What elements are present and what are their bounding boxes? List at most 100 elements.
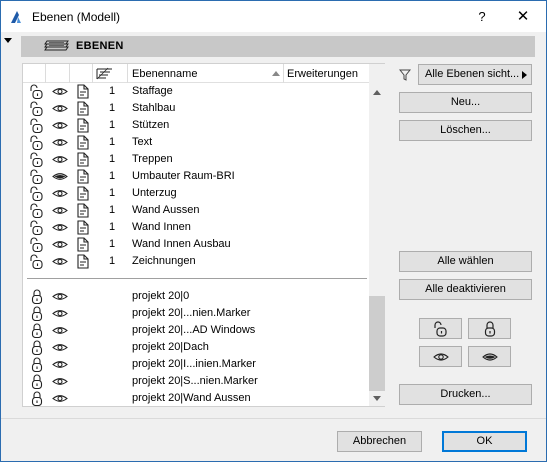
xref-layer-row[interactable]: projekt 20|Wand Aussen [23,390,369,407]
eye-icon[interactable] [52,86,68,97]
delete-button[interactable]: Löschen... [399,120,532,141]
layer-filter-dropdown[interactable]: Alle Ebenen sicht... [418,64,532,85]
print-button[interactable]: Drucken... [399,384,532,405]
eye-icon[interactable] [52,154,68,165]
unlock-icon[interactable] [29,101,45,116]
eye-icon[interactable] [52,342,68,353]
layer-intersection-number[interactable]: 1 [109,187,115,199]
layer-intersection-number[interactable]: 1 [109,170,115,182]
unlock-icon[interactable] [29,118,45,133]
unlock-icon[interactable] [29,186,45,201]
xref-layer-row[interactable]: projekt 20|Dach [23,339,369,356]
new-button[interactable]: Neu... [399,92,532,113]
column-divider[interactable] [283,64,284,83]
layer-document-icon[interactable] [76,118,90,133]
scroll-up-icon[interactable] [373,90,381,95]
xref-layer-row[interactable]: projekt 20|...AD Windows [23,322,369,339]
column-divider[interactable] [92,64,93,83]
layer-intersection-number[interactable]: 1 [109,238,115,250]
layer-row[interactable]: 1 Wand Innen Ausbau [23,236,369,253]
unlock-icon[interactable] [29,237,45,252]
eye-icon[interactable] [52,376,68,387]
eye-icon[interactable] [52,103,68,114]
vertical-scrollbar[interactable] [369,64,385,406]
layer-document-icon[interactable] [76,220,90,235]
layer-row[interactable]: 1 Wand Aussen [23,202,369,219]
layer-document-icon[interactable] [76,84,90,99]
layer-document-icon[interactable] [76,169,90,184]
lock-icon[interactable] [29,357,45,372]
ok-button[interactable]: OK [442,431,527,452]
layer-row[interactable]: 1 Zeichnungen [23,253,369,270]
layer-document-icon[interactable] [76,152,90,167]
layer-combination-icon[interactable] [96,67,113,80]
column-divider[interactable] [69,64,70,83]
xref-layer-row[interactable]: projekt 20|I...inien.Marker [23,356,369,373]
unlock-icon[interactable] [29,84,45,99]
column-divider[interactable] [127,64,128,83]
layer-intersection-number[interactable]: 1 [109,102,115,114]
layer-row[interactable]: 1 Umbauter Raum-BRI [23,168,369,185]
column-divider[interactable] [45,64,46,83]
select-all-button[interactable]: Alle wählen [399,251,532,272]
column-header-extensions[interactable]: Erweiterungen [287,68,358,80]
layer-intersection-number[interactable]: 1 [109,136,115,148]
lock-all-button[interactable] [468,318,511,339]
lock-icon[interactable] [29,323,45,338]
help-button[interactable]: ? [459,1,505,32]
layer-document-icon[interactable] [76,203,90,218]
layer-row[interactable]: 1 Stützen [23,117,369,134]
layer-row[interactable]: 1 Staffage [23,83,369,100]
eye-icon[interactable] [52,291,68,302]
unlock-all-button[interactable] [419,318,462,339]
closed-eye-icon[interactable] [52,171,68,182]
xref-layer-row[interactable]: projekt 20|S...nien.Marker [23,373,369,390]
layer-row[interactable]: 1 Text [23,134,369,151]
column-header-name[interactable]: Ebenenname [132,68,197,80]
xref-layer-row[interactable]: projekt 20|0 [23,288,369,305]
unlock-icon[interactable] [29,135,45,150]
eye-icon[interactable] [52,393,68,404]
show-all-button[interactable] [419,346,462,367]
layer-intersection-number[interactable]: 1 [109,255,115,267]
layer-document-icon[interactable] [76,101,90,116]
scroll-down-icon[interactable] [373,396,381,401]
deactivate-all-button[interactable]: Alle deaktivieren [399,279,532,300]
unlock-icon[interactable] [29,169,45,184]
unlock-icon[interactable] [29,254,45,269]
eye-icon[interactable] [52,256,68,267]
layer-intersection-number[interactable]: 1 [109,119,115,131]
layer-list[interactable]: Ebenenname Erweiterungen 1 Staffage 1 Stahl… [22,63,385,407]
lock-icon[interactable] [29,374,45,389]
layer-row[interactable]: 1 Unterzug [23,185,369,202]
cancel-button[interactable]: Abbrechen [337,431,422,452]
layer-document-icon[interactable] [76,237,90,252]
layer-intersection-number[interactable]: 1 [109,204,115,216]
eye-icon[interactable] [52,222,68,233]
eye-icon[interactable] [52,205,68,216]
scrollbar-thumb[interactable] [369,296,385,391]
lock-icon[interactable] [29,340,45,355]
layer-intersection-number[interactable]: 1 [109,85,115,97]
layer-document-icon[interactable] [76,135,90,150]
eye-icon[interactable] [52,137,68,148]
unlock-icon[interactable] [29,220,45,235]
eye-icon[interactable] [52,325,68,336]
lock-icon[interactable] [29,306,45,321]
close-button[interactable]: ✕ [500,1,546,32]
eye-icon[interactable] [52,188,68,199]
unlock-icon[interactable] [29,203,45,218]
eye-icon[interactable] [52,120,68,131]
layer-document-icon[interactable] [76,186,90,201]
layer-row[interactable]: 1 Stahlbau [23,100,369,117]
lock-icon[interactable] [29,289,45,304]
eye-icon[interactable] [52,239,68,250]
unlock-icon[interactable] [29,152,45,167]
hide-all-button[interactable] [468,346,511,367]
layer-document-icon[interactable] [76,254,90,269]
xref-layer-row[interactable]: projekt 20|...nien.Marker [23,305,369,322]
eye-icon[interactable] [52,359,68,370]
lock-icon[interactable] [29,391,45,406]
collapse-arrow-icon[interactable] [4,38,12,43]
layer-intersection-number[interactable]: 1 [109,153,115,165]
